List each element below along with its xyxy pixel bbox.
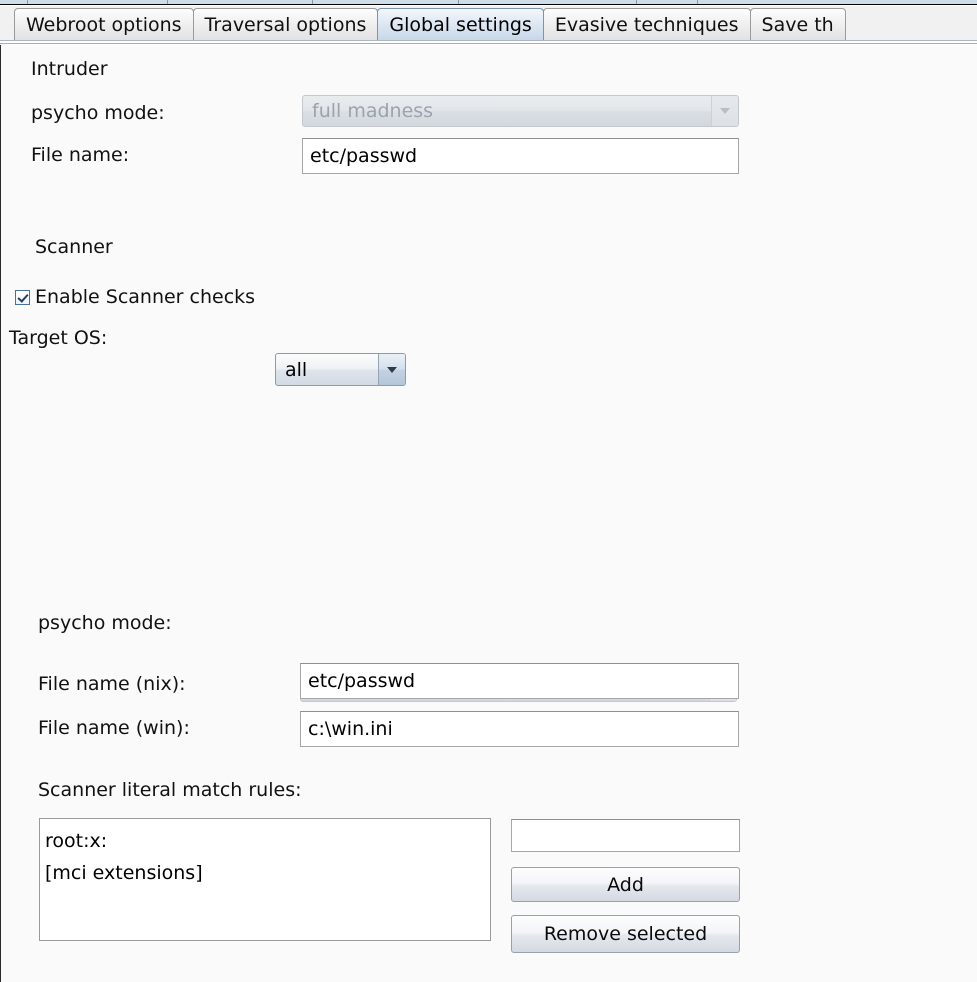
- target-os-value: all: [285, 358, 308, 381]
- chevron-down-icon: [378, 354, 405, 385]
- tab-global-settings[interactable]: Global settings: [377, 8, 544, 40]
- tab-evasive-techniques[interactable]: Evasive techniques: [542, 8, 751, 40]
- scanner-literal-rules-list[interactable]: root:x: [mci extensions]: [39, 818, 491, 941]
- scanner-psycho-mode-label: psycho mode:: [38, 612, 172, 634]
- scanner-literal-rules-label: Scanner literal match rules:: [38, 779, 302, 801]
- outer-tab-seam: [697, 0, 698, 4]
- checkbox-icon[interactable]: [15, 289, 30, 305]
- settings-tab-bar: Webroot options Traversal options Global…: [0, 6, 977, 40]
- list-item[interactable]: [mci extensions]: [45, 857, 490, 889]
- tab-save-this-config[interactable]: Save th: [749, 8, 846, 40]
- scanner-file-name-win-input[interactable]: [300, 711, 739, 747]
- scanner-file-name-nix-label: File name (nix):: [38, 673, 186, 695]
- remove-selected-rule-button[interactable]: Remove selected: [511, 915, 740, 953]
- target-os-label: Target OS:: [9, 327, 108, 349]
- new-rule-input[interactable]: [511, 819, 740, 852]
- target-os-select[interactable]: all: [275, 353, 406, 386]
- intruder-file-name-input[interactable]: [302, 138, 739, 174]
- enable-scanner-checks-row[interactable]: Enable Scanner checks: [15, 286, 255, 308]
- global-settings-panel: Intruder psycho mode: full madness File …: [0, 45, 977, 982]
- chevron-down-icon: [711, 96, 738, 126]
- intruder-psycho-mode-select[interactable]: full madness: [302, 95, 739, 127]
- tab-traversal-options[interactable]: Traversal options: [192, 8, 379, 40]
- outer-tab-strip-partial: [0, 0, 977, 5]
- intruder-psycho-mode-value: full madness: [312, 100, 434, 122]
- add-rule-button[interactable]: Add: [511, 867, 740, 902]
- tab-webroot-options[interactable]: Webroot options: [14, 8, 194, 40]
- scanner-file-name-win-label: File name (win):: [38, 717, 190, 739]
- intruder-file-name-label: File name:: [31, 144, 130, 166]
- scanner-file-name-nix-input[interactable]: [300, 663, 739, 699]
- intruder-group-title: Intruder: [31, 58, 108, 80]
- intruder-psycho-mode-label: psycho mode:: [31, 102, 165, 124]
- scanner-group-title: Scanner: [35, 236, 113, 258]
- list-item[interactable]: root:x:: [45, 825, 490, 857]
- enable-scanner-checks-label: Enable Scanner checks: [35, 286, 256, 308]
